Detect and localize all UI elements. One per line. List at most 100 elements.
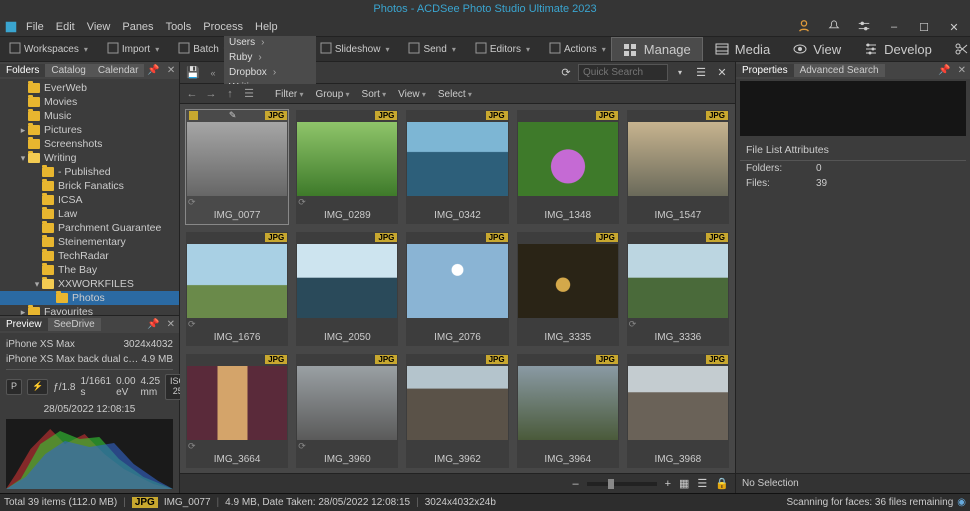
thumbnail-image <box>297 244 397 318</box>
nav-menu-sort[interactable]: Sort <box>356 89 393 100</box>
nav-menu-filter[interactable]: Filter <box>269 89 309 100</box>
tab-preview[interactable]: Preview <box>0 318 48 331</box>
folder-xxworkfiles[interactable]: ▾XXWORKFILES <box>0 277 179 291</box>
folder-movies[interactable]: Movies <box>0 95 179 109</box>
thumb-layout-icon[interactable]: ▦ <box>679 477 689 490</box>
folder-pictures[interactable]: ▸Pictures <box>0 123 179 137</box>
sliders-icon[interactable] <box>852 19 876 36</box>
toolbar-import[interactable]: Import <box>102 37 164 61</box>
thumbnail[interactable]: JPGIMG_3335 <box>517 232 619 346</box>
tab-folders[interactable]: Folders <box>0 64 45 77</box>
menu-help[interactable]: Help <box>249 21 284 33</box>
account-icon[interactable] <box>792 19 816 36</box>
nav-history-button[interactable]: ☰ <box>241 87 257 100</box>
zoom-in-button[interactable]: + <box>665 478 671 490</box>
nav-back-button[interactable]: ← <box>184 88 200 100</box>
list-layout-icon[interactable]: ☰ <box>697 477 707 490</box>
menu-panes[interactable]: Panes <box>116 21 159 33</box>
stop-scan-icon[interactable]: ◉ <box>957 497 966 508</box>
pin-icon[interactable]: 📌 <box>144 319 162 330</box>
drive-icon[interactable]: 💾 <box>184 66 202 79</box>
pin-icon[interactable]: 📌 <box>935 65 953 76</box>
folder-the-bay[interactable]: The Bay <box>0 263 179 277</box>
folder-parchment-guarantee[interactable]: Parchment Guarantee <box>0 221 179 235</box>
search-options-icon[interactable]: ☰ <box>692 66 710 79</box>
menu-view[interactable]: View <box>81 21 117 33</box>
close-panel-icon[interactable]: ✕ <box>163 65 179 76</box>
pin-icon[interactable]: 📌 <box>144 65 162 76</box>
close-button[interactable]: ✕ <box>942 21 966 34</box>
toolbar-slideshow[interactable]: Slideshow <box>315 37 395 61</box>
mode-tab-develop[interactable]: Develop <box>852 37 943 61</box>
close-panel-icon[interactable]: ✕ <box>163 319 179 330</box>
thumbnail[interactable]: JPGIMG_1348 <box>517 110 619 224</box>
thumbnail-area[interactable]: ✎JPG⟳IMG_0077JPG⟳IMG_0289JPGIMG_0342JPGI… <box>180 104 735 473</box>
ext-badge: JPG <box>706 233 728 242</box>
menu-tools[interactable]: Tools <box>160 21 198 33</box>
menu-edit[interactable]: Edit <box>50 21 81 33</box>
nav-up-button[interactable]: ↑ <box>222 88 238 100</box>
folder-writing[interactable]: ▾Writing <box>0 151 179 165</box>
thumbnail[interactable]: JPGIMG_2076 <box>406 232 508 346</box>
breadcrumb-chevron[interactable]: « <box>204 68 222 78</box>
tab-advanced-search[interactable]: Advanced Search <box>794 64 885 77</box>
thumbnail[interactable]: JPG⟳IMG_3664 <box>186 354 288 468</box>
nav-forward-button[interactable]: → <box>203 88 219 100</box>
thumbnail[interactable]: ✎JPG⟳IMG_0077 <box>186 110 288 224</box>
menu-process[interactable]: Process <box>197 21 249 33</box>
folder-brick-fanatics[interactable]: Brick Fanatics <box>0 179 179 193</box>
folder-techradar[interactable]: TechRadar <box>0 249 179 263</box>
mode-tab-edit[interactable]: Edit <box>943 37 970 61</box>
folder--published[interactable]: - Published <box>0 165 179 179</box>
tab-seedrive[interactable]: SeeDrive <box>48 318 101 331</box>
crumb-ruby[interactable]: Ruby <box>224 50 316 65</box>
tab-calendar[interactable]: Calendar <box>92 64 145 77</box>
thumbnail[interactable]: JPGIMG_2050 <box>296 232 398 346</box>
tab-catalog[interactable]: Catalog <box>45 64 91 77</box>
toolbar-actions[interactable]: Actions <box>544 37 611 61</box>
folder-everweb[interactable]: EverWeb <box>0 81 179 95</box>
menu-file[interactable]: File <box>20 21 50 33</box>
thumbnail[interactable]: JPGIMG_3962 <box>406 354 508 468</box>
close-panel-icon[interactable]: ✕ <box>954 65 970 76</box>
folder-tree[interactable]: EverWebMoviesMusic▸PicturesScreenshots▾W… <box>0 79 179 315</box>
toolbar-workspaces[interactable]: Workspaces <box>4 37 93 61</box>
close-search-icon[interactable]: ✕ <box>713 66 731 79</box>
folder-favourites[interactable]: ▸Favourites <box>0 305 179 315</box>
thumbnail[interactable]: JPGIMG_3968 <box>627 354 729 468</box>
search-dropdown[interactable]: ▾ <box>671 68 689 77</box>
zoom-out-button[interactable]: – <box>572 478 578 490</box>
thumbnail[interactable]: JPG⟳IMG_3336 <box>627 232 729 346</box>
crumb-dropbox[interactable]: Dropbox <box>224 65 316 80</box>
mode-tab-manage[interactable]: Manage <box>611 37 703 61</box>
thumbnail[interactable]: JPGIMG_0342 <box>406 110 508 224</box>
thumbnail[interactable]: JPG⟳IMG_1676 <box>186 232 288 346</box>
folder-photos[interactable]: Photos <box>0 291 179 305</box>
toolbar-send[interactable]: Send <box>403 37 460 61</box>
bell-icon[interactable] <box>822 19 846 36</box>
folder-screenshots[interactable]: Screenshots <box>0 137 179 151</box>
thumbnail[interactable]: JPGIMG_1547 <box>627 110 729 224</box>
nav-menu-select[interactable]: Select <box>432 89 478 100</box>
thumbnail[interactable]: JPG⟳IMG_0289 <box>296 110 398 224</box>
minimize-button[interactable]: – <box>882 21 906 33</box>
thumbnail[interactable]: JPGIMG_3964 <box>517 354 619 468</box>
nav-menu-view[interactable]: View <box>392 89 432 100</box>
thumbnail[interactable]: JPG⟳IMG_3960 <box>296 354 398 468</box>
refresh-icon[interactable]: ⟳ <box>557 66 575 79</box>
check-icon[interactable] <box>189 111 198 120</box>
lock-icon[interactable]: 🔒 <box>715 477 729 490</box>
nav-menu-group[interactable]: Group <box>309 89 355 100</box>
thumbnail-size-slider[interactable] <box>587 482 657 486</box>
mode-tab-view[interactable]: View <box>781 37 852 61</box>
toolbar-editors[interactable]: Editors <box>470 37 535 61</box>
folder-law[interactable]: Law <box>0 207 179 221</box>
folder-icsa[interactable]: ICSA <box>0 193 179 207</box>
mode-tab-media[interactable]: Media <box>703 37 781 61</box>
maximize-button[interactable]: ☐ <box>912 21 936 34</box>
tab-properties[interactable]: Properties <box>736 64 794 77</box>
quick-search-input[interactable] <box>578 64 668 81</box>
crumb-users[interactable]: Users <box>224 35 316 50</box>
folder-steinementary[interactable]: Steinementary <box>0 235 179 249</box>
folder-music[interactable]: Music <box>0 109 179 123</box>
